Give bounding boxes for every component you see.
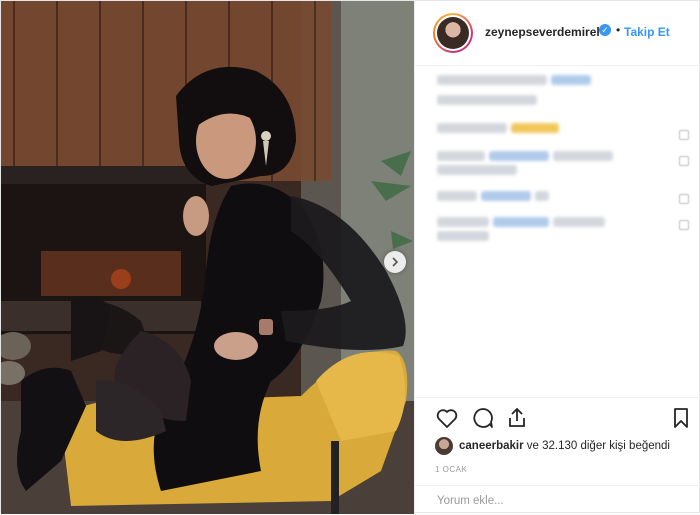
blurred-mention — [493, 217, 549, 227]
comment-like-icon[interactable] — [679, 220, 689, 230]
comment-row — [437, 151, 697, 187]
caption-row — [437, 75, 697, 97]
comment-row — [437, 191, 697, 213]
comment-like-icon[interactable] — [679, 194, 689, 204]
avatar-photo — [437, 17, 469, 49]
blurred-text — [437, 191, 477, 201]
blurred-text — [437, 75, 547, 85]
save-button[interactable] — [669, 406, 693, 430]
post-header: zeynepseverdemirel ✓ • Takip Et — [415, 1, 700, 66]
avatar-border — [435, 15, 471, 51]
separator-dot: • — [616, 23, 621, 37]
comments-list — [437, 75, 697, 251]
post-actions — [415, 397, 700, 434]
share-icon — [509, 407, 525, 427]
blurred-mention — [481, 191, 531, 201]
carousel-next-button[interactable] — [384, 251, 406, 273]
photo-illustration — [1, 1, 414, 514]
blurred-text — [437, 123, 507, 133]
blurred-text — [437, 95, 537, 105]
comment-like-icon[interactable] — [679, 156, 689, 166]
blurred-text — [437, 217, 489, 227]
comment-button[interactable] — [471, 406, 495, 430]
likes-text[interactable]: caneerbakir ve 32.130 diğer kişi beğendi — [459, 440, 670, 452]
instagram-post: zeynepseverdemirel ✓ • Takip Et caneerba… — [0, 0, 700, 514]
comment-like-icon[interactable] — [679, 130, 689, 140]
liker-username[interactable]: caneerbakir — [459, 440, 524, 452]
post-photo[interactable] — [1, 1, 414, 514]
share-button[interactable] — [505, 406, 529, 430]
blurred-text — [437, 165, 517, 175]
caption-translation-row — [437, 95, 697, 123]
blurred-text — [535, 191, 549, 201]
follow-button[interactable]: Takip Et — [624, 25, 670, 39]
blurred-emoji — [511, 123, 559, 133]
likes-count-text[interactable]: ve 32.130 diğer kişi beğendi — [524, 440, 670, 452]
like-button[interactable] — [435, 406, 459, 430]
blurred-mention — [489, 151, 549, 161]
liker-avatar[interactable] — [435, 437, 453, 455]
blurred-text — [553, 151, 613, 161]
heart-icon — [436, 409, 458, 428]
comment-bubble-icon — [473, 408, 493, 428]
blurred-text — [551, 75, 591, 85]
comment-row — [437, 123, 697, 149]
add-comment-bar — [415, 485, 700, 515]
post-date: 1 OCAK — [435, 465, 468, 474]
comment-input[interactable] — [435, 494, 679, 508]
chevron-right-icon — [392, 257, 399, 267]
blurred-text — [437, 151, 485, 161]
blurred-text — [553, 217, 605, 227]
post-side-panel: zeynepseverdemirel ✓ • Takip Et caneerba… — [414, 1, 700, 514]
comment-row — [437, 217, 697, 247]
verified-badge-icon: ✓ — [599, 24, 611, 36]
profile-avatar[interactable] — [433, 13, 473, 53]
blurred-text — [437, 231, 489, 241]
bookmark-icon — [674, 408, 688, 428]
likes-summary: caneerbakir ve 32.130 diğer kişi beğendi — [435, 437, 699, 457]
username-link[interactable]: zeynepseverdemirel — [485, 25, 600, 39]
